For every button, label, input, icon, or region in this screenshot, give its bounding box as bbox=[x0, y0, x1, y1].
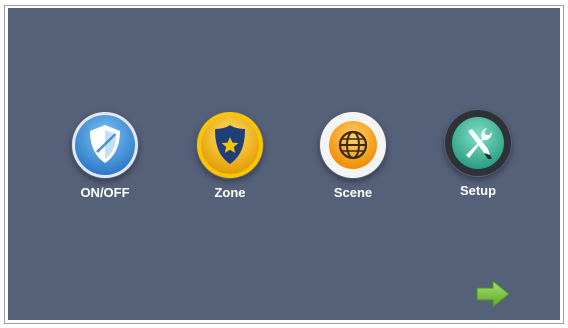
police-badge-icon bbox=[196, 111, 264, 179]
setup-button[interactable]: Setup bbox=[428, 109, 528, 209]
main-screen: ON/OFF Zone Scene Setup bbox=[8, 8, 560, 320]
setup-label: Setup bbox=[459, 183, 497, 198]
right-arrow-icon bbox=[476, 279, 510, 309]
shield-icon bbox=[71, 111, 139, 179]
onoff-button[interactable]: ON/OFF bbox=[55, 111, 155, 211]
zone-button[interactable]: Zone bbox=[180, 111, 280, 211]
scene-label: Scene bbox=[333, 185, 373, 200]
globe-icon bbox=[319, 111, 387, 179]
tools-icon bbox=[444, 109, 512, 177]
zone-label: Zone bbox=[214, 185, 246, 200]
scene-button[interactable]: Scene bbox=[303, 111, 403, 211]
onoff-label: ON/OFF bbox=[80, 185, 130, 200]
next-page-button[interactable] bbox=[475, 279, 511, 309]
